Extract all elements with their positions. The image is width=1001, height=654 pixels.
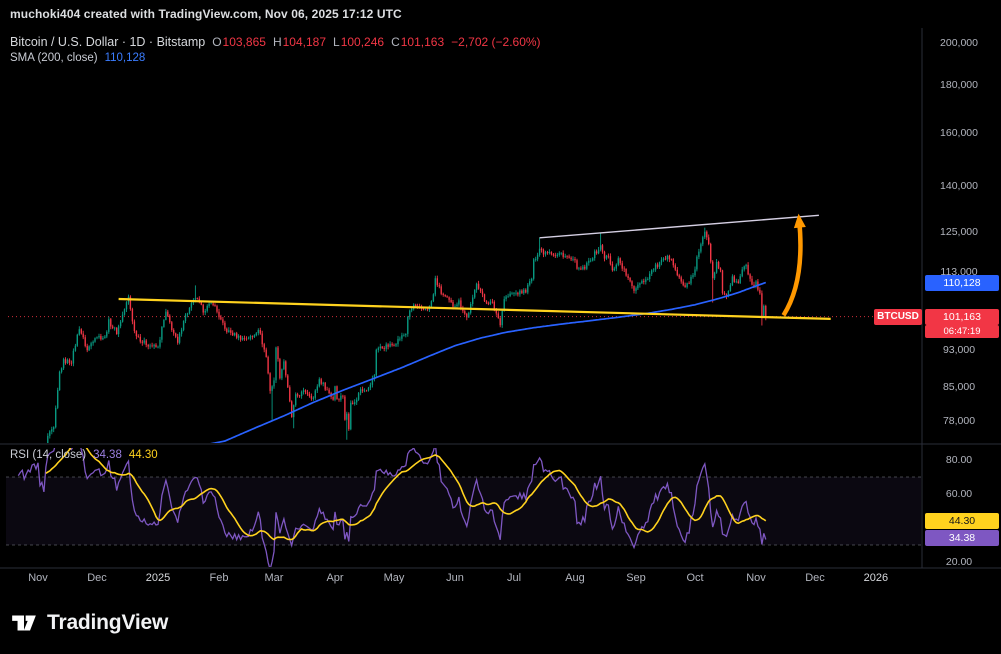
time-axis-label: Jun [446, 572, 464, 584]
sma-value-badge: 110,128 [925, 275, 999, 291]
time-axis-label: Jul [507, 572, 521, 584]
time-axis-label: Dec [87, 572, 107, 584]
time-axis-label: 2025 [146, 572, 170, 584]
last-price-badge: 101,163 [925, 309, 999, 325]
rsi-axis-label: 20.00 [926, 556, 992, 568]
rsi-legend-label[interactable]: RSI (14, close) [10, 449, 86, 461]
time-axis-label: Feb [210, 572, 229, 584]
white-resistance-trendline[interactable] [540, 215, 819, 238]
time-axis-label: May [384, 572, 405, 584]
sma-legend[interactable]: SMA (200, close) 110,128 [10, 52, 145, 64]
price-axis-label: 85,000 [926, 381, 992, 393]
tradingview-logo-text: TradingView [47, 611, 168, 635]
time-axis-label: Apr [326, 572, 343, 584]
tradingview-logo[interactable]: TradingView [10, 609, 168, 637]
time-axis-label: Sep [626, 572, 646, 584]
time-axis-label: Nov [28, 572, 48, 584]
rsi-axis-label: 80.00 [926, 454, 992, 466]
rsi-legend-value: 34.38 [93, 449, 122, 461]
up-candle-wicks [11, 228, 764, 484]
time-axis-label: Mar [265, 572, 284, 584]
price-line-symbol-tag: BTCUSD [874, 309, 922, 325]
time-axis-label: Nov [746, 572, 766, 584]
rsi-axis-label: 60.00 [926, 488, 992, 500]
ohlc-high: H104,187 [273, 35, 326, 49]
price-axis-label: 125,000 [926, 226, 992, 238]
price-axis-label: 78,000 [926, 415, 992, 427]
bounce-up-arrow[interactable] [784, 221, 801, 316]
time-axis-label: Oct [686, 572, 703, 584]
change-value: −2,702 (−2.60%) [451, 35, 540, 49]
sma-legend-label[interactable]: SMA (200, close) [10, 52, 98, 64]
sma-200-line[interactable] [186, 283, 766, 449]
price-axis-label: 160,000 [926, 127, 992, 139]
rsi-band [6, 477, 921, 545]
rsi-ma-legend-value: 44.30 [129, 449, 158, 461]
price-axis-label: 200,000 [926, 37, 992, 49]
sma-legend-value: 110,128 [105, 52, 146, 64]
symbol-legend[interactable]: Bitcoin / U.S. Dollar · 1D · Bitstamp O1… [10, 35, 541, 49]
time-axis-label: 2026 [864, 572, 888, 584]
tradingview-chart-screen: muchoki404 created with TradingView.com,… [0, 0, 1001, 654]
rsi-legend[interactable]: RSI (14, close) 34.38 44.30 [10, 449, 158, 461]
down-candle-wicks [12, 230, 765, 483]
symbol-title[interactable]: Bitcoin / U.S. Dollar · 1D · Bitstamp [10, 35, 205, 49]
time-axis-label: Dec [805, 572, 825, 584]
bar-countdown-badge: 06:47:19 [925, 325, 999, 338]
ohlc-low: L100,246 [333, 35, 384, 49]
attribution-text: muchoki404 created with TradingView.com,… [10, 7, 402, 21]
ohlc-close: C101,163 [391, 35, 444, 49]
attribution-bar: muchoki404 created with TradingView.com,… [0, 0, 1001, 28]
chart-canvas[interactable] [0, 0, 1001, 654]
footer: TradingView [0, 592, 1001, 654]
chart-area: Bitcoin / U.S. Dollar · 1D · Bitstamp O1… [0, 0, 1001, 654]
price-axis-label: 93,000 [926, 344, 992, 356]
tradingview-logo-icon [10, 609, 38, 637]
yellow-support-trendline[interactable] [119, 299, 831, 319]
main-price-pane[interactable] [8, 215, 921, 483]
ohlc-open: O103,865 [212, 35, 266, 49]
price-axis-label: 140,000 [926, 180, 992, 192]
rsi-ma-value-badge: 44.30 [925, 513, 999, 529]
rsi-value-badge: 34.38 [925, 530, 999, 546]
price-axis-label: 180,000 [926, 79, 992, 91]
time-axis-label: Aug [565, 572, 585, 584]
